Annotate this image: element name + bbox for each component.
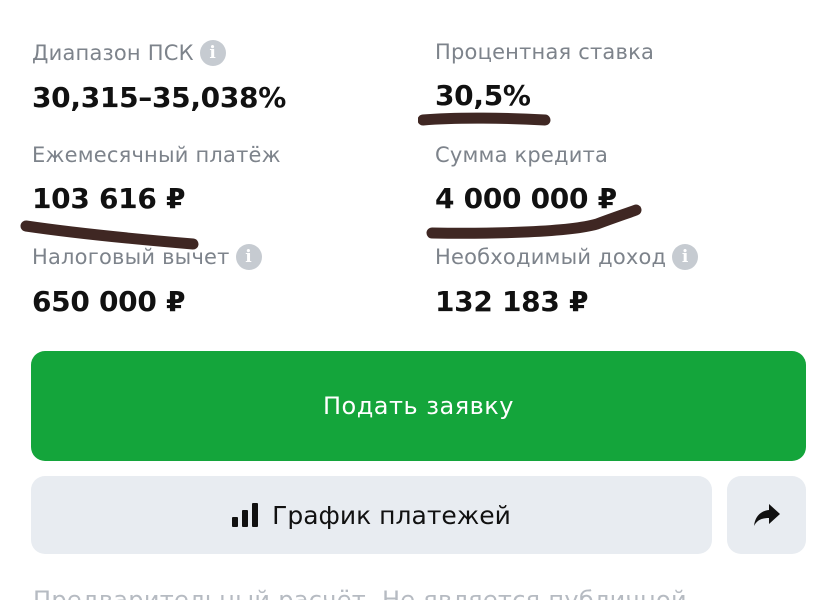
stat-label: Процентная ставка	[435, 40, 654, 64]
stat-label: Налоговый вычет i	[32, 244, 262, 270]
apply-button-label: Подать заявку	[322, 392, 515, 420]
stat-label: Необходимый доход i	[435, 244, 699, 270]
bar-chart-icon	[232, 503, 259, 527]
stat-label: Сумма кредита	[435, 143, 617, 167]
stat-loan-amount: Сумма кредита 4 000 000 ₽	[435, 143, 617, 215]
stat-required-income: Необходимый доход i 132 183 ₽	[435, 244, 699, 318]
stat-label: Диапазон ПСК i	[32, 40, 286, 66]
stat-label-text: Диапазон ПСК	[32, 41, 194, 65]
stat-tax-deduction: Налоговый вычет i 650 000 ₽	[32, 244, 262, 318]
stat-monthly-payment: Ежемесячный платёж 103 616 ₽	[32, 143, 281, 215]
stat-psk-range: Диапазон ПСК i 30,315–35,038%	[32, 40, 286, 114]
apply-button[interactable]: Подать заявку	[31, 351, 806, 461]
stat-label-text: Сумма кредита	[435, 143, 609, 167]
stat-value: 30,5%	[435, 79, 531, 112]
share-arrow-icon	[753, 504, 780, 526]
stat-label-text: Необходимый доход	[435, 245, 667, 269]
payment-schedule-label: График платежей	[272, 500, 511, 530]
info-icon[interactable]: i	[672, 244, 699, 270]
stat-value: 132 183 ₽	[435, 285, 589, 318]
share-button[interactable]	[727, 476, 806, 554]
stat-label-text: Процентная ставка	[435, 40, 655, 64]
stat-label-text: Ежемесячный платёж	[32, 143, 281, 167]
stat-value: 30,315–35,038%	[32, 81, 286, 114]
disclaimer-text: Предварительный расчёт. Не является публ…	[33, 586, 687, 600]
info-icon[interactable]: i	[235, 244, 262, 270]
stat-label-text: Налоговый вычет	[32, 245, 230, 269]
stat-label: Ежемесячный платёж	[32, 143, 281, 167]
stat-value: 650 000 ₽	[32, 285, 186, 318]
stat-value: 103 616 ₽	[32, 182, 186, 215]
stat-value: 4 000 000 ₽	[435, 182, 617, 215]
stat-interest-rate: Процентная ставка 30,5%	[435, 40, 654, 112]
payment-schedule-button[interactable]: График платежей	[31, 476, 712, 554]
info-icon[interactable]: i	[199, 40, 226, 66]
